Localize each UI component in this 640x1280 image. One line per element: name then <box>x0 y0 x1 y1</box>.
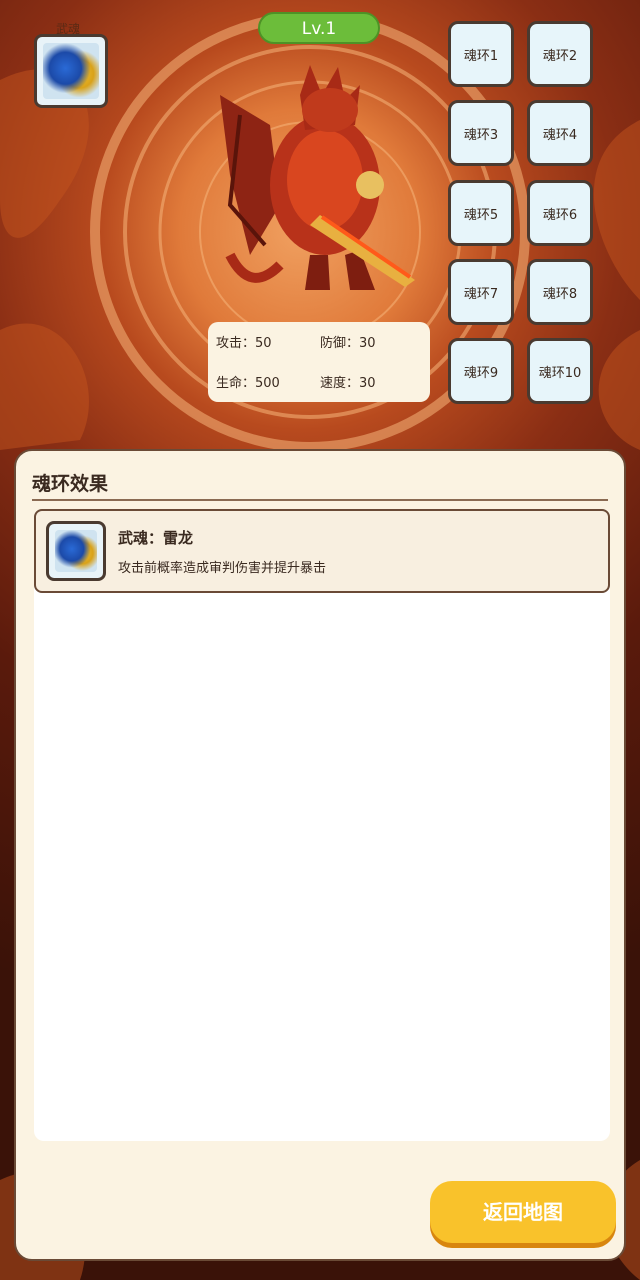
defense-stat: 防御：30 <box>320 336 376 351</box>
back-to-map-button[interactable]: 返回地图 <box>430 1181 616 1243</box>
soul-ring-8[interactable]: 魂环8 <box>527 259 593 325</box>
weapon-soul-slot[interactable] <box>34 34 108 108</box>
soul-ring-4[interactable]: 魂环4 <box>527 100 593 166</box>
effect-description: 攻击前概率造成审判伤害并提升暴击 <box>118 561 327 576</box>
soul-ring-7[interactable]: 魂环7 <box>448 259 514 325</box>
soul-ring-9[interactable]: 魂环9 <box>448 338 514 404</box>
soul-ring-1[interactable]: 魂环1 <box>448 21 514 87</box>
soul-ring-effects-panel: 魂环效果 武魂：雷龙 攻击前概率造成审判伤害并提升暴击 返回地图 <box>14 449 626 1261</box>
panel-title: 魂环效果 <box>32 473 109 495</box>
speed-stat: 速度：30 <box>320 376 376 391</box>
soul-ring-5[interactable]: 魂环5 <box>448 180 514 246</box>
thunder-dragon-icon <box>55 530 97 572</box>
attack-stat: 攻击：50 <box>216 336 272 351</box>
soul-ring-3[interactable]: 魂环3 <box>448 100 514 166</box>
effects-list[interactable] <box>34 509 610 1141</box>
soul-ring-6[interactable]: 魂环6 <box>527 180 593 246</box>
stats-card: 攻击：50 防御：30 生命：500 速度：30 <box>208 322 430 402</box>
soul-ring-10[interactable]: 魂环10 <box>527 338 593 404</box>
title-divider <box>32 499 608 501</box>
effect-name: 武魂：雷龙 <box>118 529 194 547</box>
level-badge: Lv.1 <box>258 12 380 44</box>
thunder-dragon-icon <box>43 43 99 99</box>
dragon-knight-character <box>220 65 415 290</box>
hp-stat: 生命：500 <box>216 376 280 391</box>
effect-icon-frame <box>46 521 106 581</box>
soul-ring-2[interactable]: 魂环2 <box>527 21 593 87</box>
effect-item: 武魂：雷龙 攻击前概率造成审判伤害并提升暴击 <box>34 509 610 593</box>
